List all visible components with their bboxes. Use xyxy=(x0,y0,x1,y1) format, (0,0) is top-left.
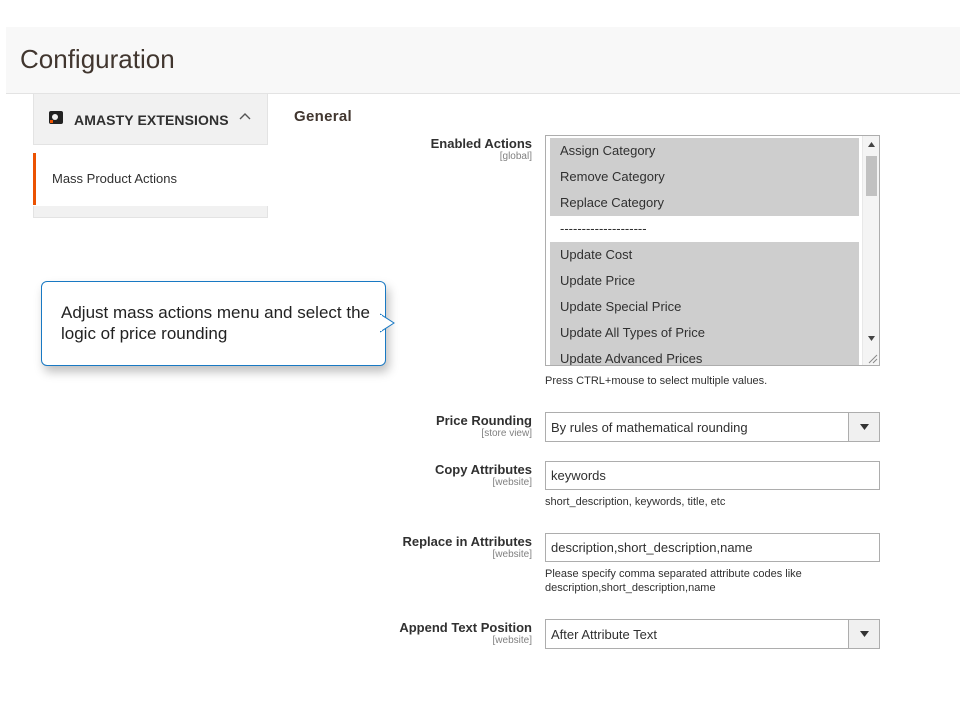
append-text-position-dropdown-button[interactable] xyxy=(848,620,879,648)
price-rounding-dropdown-button[interactable] xyxy=(848,413,879,441)
append-text-position-value: After Attribute Text xyxy=(551,627,657,642)
replace-in-attributes-note-line2: description,short_description,name xyxy=(545,582,716,594)
enabled-actions-label: Enabled Actions [global] xyxy=(430,136,532,162)
scroll-up-arrow-icon[interactable] xyxy=(867,140,876,149)
option-update-special-price[interactable]: Update Special Price xyxy=(550,294,859,320)
copy-attributes-label: Copy Attributes [website] xyxy=(434,462,532,488)
price-rounding-value: By rules of mathematical rounding xyxy=(551,420,748,435)
multiselect-scrollbar[interactable] xyxy=(862,136,879,365)
sidebar-footer xyxy=(33,206,268,218)
sidebar-section-header[interactable]: AMASTY EXTENSIONS xyxy=(33,94,268,145)
enabled-actions-multiselect[interactable]: Assign Category Remove Category Replace … xyxy=(545,135,880,366)
tooltip-callout: Adjust mass actions menu and select the … xyxy=(41,281,386,366)
callout-text: Adjust mass actions menu and select the … xyxy=(61,303,370,343)
option-update-price[interactable]: Update Price xyxy=(550,268,859,294)
append-text-position-select[interactable]: After Attribute Text xyxy=(545,619,880,649)
price-rounding-select[interactable]: By rules of mathematical rounding xyxy=(545,412,880,442)
copy-attributes-note: short_description, keywords, title, etc xyxy=(545,496,726,508)
replace-in-attributes-note-line1: Please specify comma separated attribute… xyxy=(545,568,802,580)
chevron-down-icon xyxy=(860,424,869,430)
sidebar-item-label: Mass Product Actions xyxy=(52,171,177,186)
amasty-logo-icon xyxy=(49,111,63,124)
copy-attributes-input[interactable] xyxy=(545,461,880,490)
chevron-up-icon[interactable] xyxy=(239,111,251,123)
option-replace-category[interactable]: Replace Category xyxy=(550,190,859,216)
option-separator[interactable]: -------------------- xyxy=(550,216,859,242)
resize-handle-icon[interactable] xyxy=(867,353,878,364)
replace-in-attributes-label: Replace in Attributes [website] xyxy=(402,534,532,560)
section-title-general: General xyxy=(294,108,352,125)
scrollbar-thumb[interactable] xyxy=(866,156,877,196)
option-remove-category[interactable]: Remove Category xyxy=(550,164,859,190)
chevron-down-icon xyxy=(860,631,869,637)
option-update-all-types-of-price[interactable]: Update All Types of Price xyxy=(550,320,859,346)
option-update-advanced-prices[interactable]: Update Advanced Prices xyxy=(550,346,859,365)
sidebar-section-title: AMASTY EXTENSIONS xyxy=(74,112,229,128)
page-header: Configuration xyxy=(6,27,960,94)
enabled-actions-note: Press CTRL+mouse to select multiple valu… xyxy=(545,375,768,387)
callout-pointer xyxy=(380,313,395,333)
sidebar-item-mass-product-actions[interactable]: Mass Product Actions xyxy=(33,153,268,205)
replace-in-attributes-input[interactable] xyxy=(545,533,880,562)
scroll-down-arrow-icon[interactable] xyxy=(867,334,876,343)
page-title: Configuration xyxy=(20,44,175,74)
option-assign-category[interactable]: Assign Category xyxy=(550,138,859,164)
config-sidebar: AMASTY EXTENSIONS Mass Product Actions xyxy=(33,94,268,218)
append-text-position-label: Append Text Position [website] xyxy=(399,620,532,646)
option-update-cost[interactable]: Update Cost xyxy=(550,242,859,268)
price-rounding-label: Price Rounding [store view] xyxy=(435,413,532,439)
